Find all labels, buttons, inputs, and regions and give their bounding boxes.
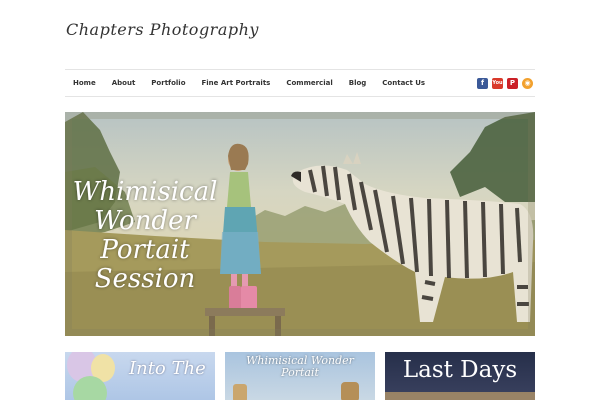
nav-item-contact-us[interactable]: Contact Us (374, 70, 433, 96)
hero-slider-image[interactable]: Whimisical Wonder Portait Session (65, 112, 535, 336)
giraffe-shape (341, 382, 359, 400)
thumbnail-row: Into The Whimisical Wonder Portait Last D… (65, 352, 535, 400)
nav-item-fine-art-portraits[interactable]: Fine Art Portraits (194, 70, 279, 96)
nav-item-about[interactable]: About (104, 70, 144, 96)
thumbnail-into-the[interactable]: Into The (65, 352, 215, 400)
site-logo[interactable]: Chapters Photography (66, 20, 259, 39)
youtube-icon[interactable]: You (492, 77, 503, 89)
nav-item-commercial[interactable]: Commercial (278, 70, 340, 96)
nav-item-home[interactable]: Home (65, 70, 104, 96)
thumbnail-last-days[interactable]: Last Days (385, 352, 535, 400)
thumbnail-caption: Last Days (402, 357, 518, 383)
hero-title-line: Wonder (94, 206, 196, 236)
hero-title: Whimisical Wonder Portait Session (65, 178, 225, 294)
hero-title-line: Session (94, 264, 196, 294)
giraffe-shape (233, 384, 247, 400)
hero-title-line: Portait (100, 235, 190, 265)
rss-icon[interactable]: ◉ (522, 77, 533, 89)
thumbnail-whimisical-wonder[interactable]: Whimisical Wonder Portait (225, 352, 375, 400)
horizon-glow (385, 392, 535, 400)
thumbnail-caption: Whimisical Wonder Portait (246, 354, 354, 379)
nav-menu: Home About Portfolio Fine Art Portraits Comm… (65, 70, 433, 96)
main-navigation: Home About Portfolio Fine Art Portraits Comm… (65, 69, 535, 97)
hero-title-line: Whimisical (72, 177, 218, 207)
nav-item-portfolio[interactable]: Portfolio (143, 70, 193, 96)
social-icons: f You P ◉ (477, 77, 533, 89)
pinterest-icon[interactable]: P (507, 77, 518, 89)
thumbnail-caption: Into The (129, 358, 206, 379)
facebook-icon[interactable]: f (477, 77, 488, 89)
nav-item-blog[interactable]: Blog (341, 70, 375, 96)
